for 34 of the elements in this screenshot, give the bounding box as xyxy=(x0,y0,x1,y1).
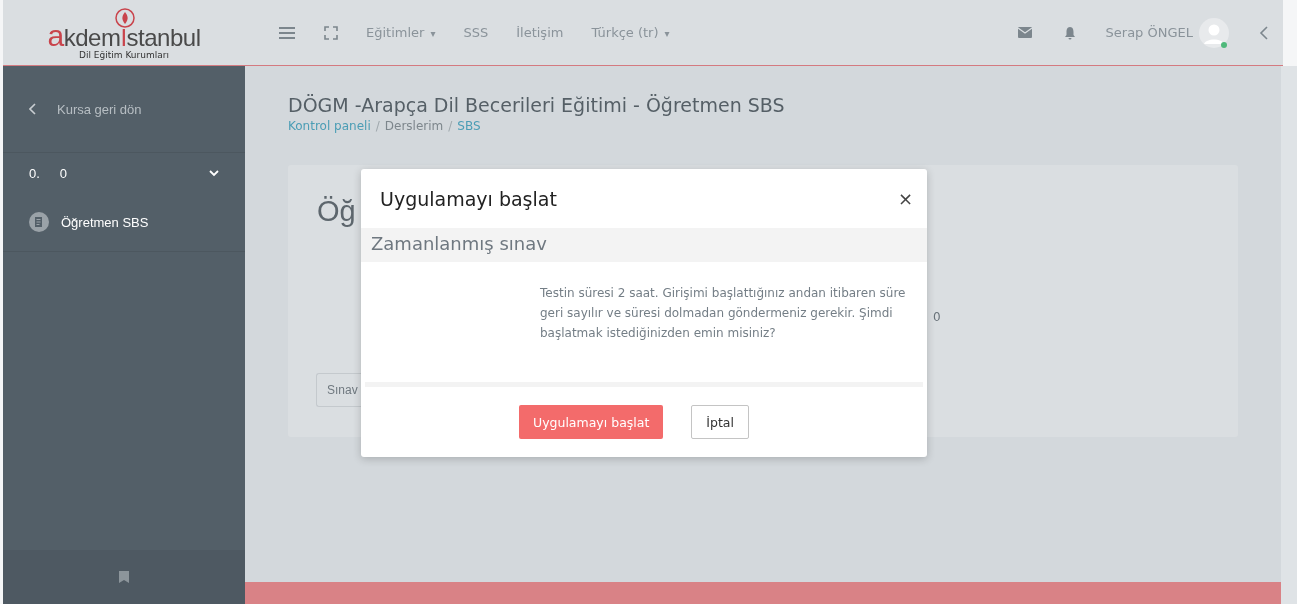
section-number: 0. xyxy=(29,165,40,181)
quiz-icon xyxy=(29,212,49,232)
breadcrumb-separator: / xyxy=(375,119,380,133)
nav-link[interactable]: İletişim xyxy=(516,25,564,40)
bell-icon[interactable] xyxy=(1063,25,1076,40)
nav-dropdown[interactable]: Türkçe (tr) ▾ xyxy=(591,25,670,40)
breadcrumb-separator: / xyxy=(448,119,453,133)
nav-link[interactable]: SSS xyxy=(463,25,489,40)
section-heading: Zamanlanmış sınav xyxy=(361,228,927,262)
fullscreen-icon[interactable] xyxy=(324,25,338,40)
modal-title: Uygulamayı başlat xyxy=(380,187,558,210)
menu-icon[interactable] xyxy=(278,25,296,40)
nav-dropdown[interactable]: Eğitimler ▾ xyxy=(366,25,436,40)
chevron-left-icon[interactable] xyxy=(1259,25,1269,40)
brand-subtitle: Dil Eğitim Kurumları xyxy=(79,50,169,61)
modal-message: Testin süresi 2 saat. Girişimi başlattığınız andan itibaren süre geri sayılır ve süresi dolmadan göndermeniz gerekir. Şimdi başlatmak istediğinizden emin misiniz? xyxy=(540,285,907,342)
close-button[interactable]: × xyxy=(897,188,913,209)
user-avatar[interactable] xyxy=(1199,17,1229,48)
flame-logo-icon xyxy=(115,8,135,28)
cancel-button[interactable]: İptal xyxy=(691,405,749,439)
user-name[interactable]: Serap ÖNGEL xyxy=(1105,25,1193,40)
card-text: 0 xyxy=(933,310,941,324)
section-title: 0 xyxy=(59,165,69,181)
section-header[interactable]: 0. 0 xyxy=(3,153,245,193)
breadcrumb-link[interactable]: Kontrol paneli xyxy=(288,119,371,133)
brand-logo: akdemIstanbul xyxy=(47,24,201,50)
breadcrumb-link[interactable]: SBS xyxy=(457,119,481,133)
start-button[interactable]: Uygulamayı başlat xyxy=(519,405,664,439)
page-title: DÖGM -Arapça Dil Becerileri Eğitimi - Öğretmen SBS xyxy=(288,94,786,116)
breadcrumb-item: Derslerim xyxy=(384,119,444,133)
chevron-left-icon xyxy=(29,103,37,115)
envelope-icon[interactable] xyxy=(1017,27,1032,38)
card-heading: Öğ xyxy=(317,195,356,228)
sidebar-item[interactable]: Öğretmen SBS xyxy=(3,193,245,252)
